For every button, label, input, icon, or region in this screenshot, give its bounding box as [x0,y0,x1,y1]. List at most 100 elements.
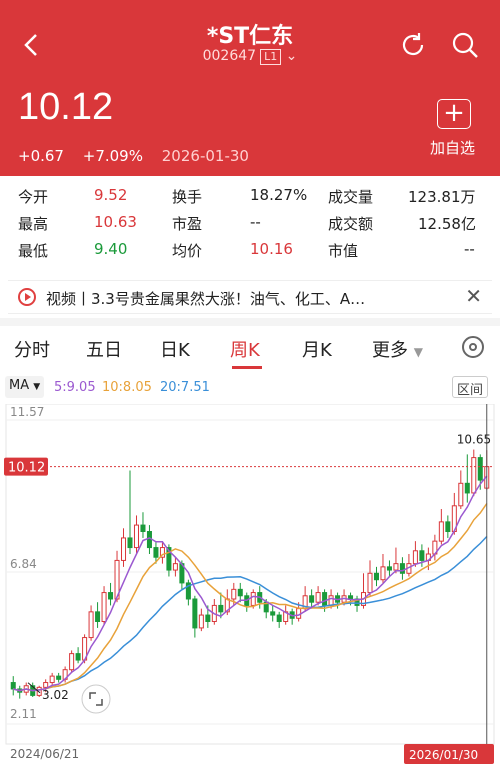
candle-body [445,521,451,533]
stock-code: 002647 [202,48,257,64]
caret-down-icon: ▼ [413,345,423,359]
search-icon[interactable] [450,30,480,60]
candle-body [133,524,139,549]
candle-body [172,563,178,571]
candle-body [348,595,354,600]
candle-body [464,482,470,494]
stats-row: 最高 10.63 市盈 -- 成交额 12.58亿 [0,209,500,236]
candle-body [412,550,418,565]
candle-body [49,675,55,684]
stat-label: 市盈 [172,215,203,233]
stat-value: 10.16 [250,240,293,258]
candle-body [231,588,237,600]
settings-icon[interactable] [462,336,484,358]
candle-body [270,611,276,616]
stat-value: -- [250,213,261,231]
candle-body [56,675,62,680]
add-watchlist-label[interactable]: 加自选 [430,137,475,158]
stat-value: 9.52 [94,186,128,204]
candle-body [380,566,386,581]
candle-body [205,614,211,622]
candle-body [95,611,101,622]
stat-label: 成交额 [328,215,374,233]
stat-label: 换手 [172,188,203,206]
candle-body [192,598,198,629]
low-annotation: 3.02 [42,688,69,702]
refresh-icon[interactable] [398,30,428,60]
y-axis-label: 6.84 [10,557,37,571]
price-change-pct: +7.09% [82,147,143,165]
stat-value: 9.40 [94,240,128,258]
tab-daily[interactable]: 日K [160,336,190,362]
active-tab-indicator [232,366,262,369]
tab-more-label: 更多 [372,340,408,361]
fullscreen-icon [81,684,111,714]
add-watchlist-button[interactable]: + [437,99,471,129]
candle-body [322,592,328,606]
stats-panel: 今开 9.52 换手 18.27% 成交量 123.81万 最高 10.63 市… [0,182,500,263]
candle-body [438,521,444,542]
candle-body [250,592,256,606]
ma-selector[interactable]: MA ▼ [5,376,45,398]
level-badge: L1 [260,49,282,65]
ma5-value: 5:9.05 [54,380,96,395]
kline-chart[interactable]: 11.57 6.84 2.11 10.12 10.65 3.02 2024/06/21 202… [0,404,500,768]
candle-body [69,653,75,671]
end-date-label: 2026/01/30 [409,748,478,762]
stats-row: 最低 9.40 均价 10.16 市值 -- [0,236,500,263]
news-ticker[interactable]: 视频丨3.3号贵金属果然大涨！油气、化工、A… ✕ [8,280,492,314]
chevron-down-icon: ⌄ [285,48,298,64]
tab-more[interactable]: 更多 ▼ [372,336,423,362]
tab-weekly[interactable]: 周K [230,336,260,362]
candle-body [101,592,107,622]
candle-body [373,572,379,581]
kline-svg: 11.57 6.84 2.11 10.12 10.65 3.02 2024/06/21 202… [4,404,495,764]
play-icon [18,288,36,306]
candle-body [367,572,373,594]
candle-body [328,595,334,606]
y-axis-label: 2.11 [10,707,37,721]
stat-label: 均价 [172,242,203,260]
tab-five-day[interactable]: 五日 [86,336,122,362]
tab-intraday[interactable]: 分时 [14,336,50,362]
stat-label: 最高 [18,215,49,233]
candle-body [140,524,146,533]
current-price-label: 10.12 [8,461,45,476]
divider [0,318,500,326]
stat-value: 10.63 [94,213,137,231]
quote-header: *ST仁东 002647 L1 ⌄ 10.12 +0.67 +7.09% 2026… [0,0,500,176]
stat-value: 18.27% [250,186,308,204]
price-change: +0.67 [18,147,64,165]
stats-row: 今开 9.52 换手 18.27% 成交量 123.81万 [0,182,500,209]
candle-body [419,550,425,561]
high-annotation: 10.65 [457,433,491,447]
candle-body [10,682,16,690]
ma-label: MA [9,378,30,393]
candle-body [237,588,243,597]
current-price: 10.12 [18,86,114,128]
stat-value: 123.81万 [408,188,476,206]
y-axis-label: 11.57 [10,405,44,419]
tab-monthly[interactable]: 月K [302,336,332,362]
candle-body [386,566,392,571]
candle-body [198,614,204,629]
candle-body [477,457,483,481]
ma10-value: 10:8.05 [102,380,152,395]
stat-label: 成交量 [328,188,374,206]
candle-body [276,614,282,622]
stat-value: -- [464,240,475,258]
stat-label: 市值 [328,242,359,260]
candle-body [43,682,49,688]
candle-body [218,604,224,613]
period-tabs: 分时 五日 日K 周K 月K 更多 ▼ [0,330,500,370]
ma20-value: 20:7.51 [160,380,210,395]
ma-legend: MA ▼ 5:9.05 10:8.05 20:7.51 区间 [0,374,500,402]
interval-button[interactable]: 区间 [452,376,489,398]
candle-body [88,611,94,639]
stat-label: 今开 [18,188,49,206]
start-date-label: 2024/06/21 [10,747,79,761]
candle-body [121,537,127,561]
close-icon[interactable]: ✕ [465,284,482,308]
candle-body [393,563,399,571]
candle-body [127,537,133,549]
